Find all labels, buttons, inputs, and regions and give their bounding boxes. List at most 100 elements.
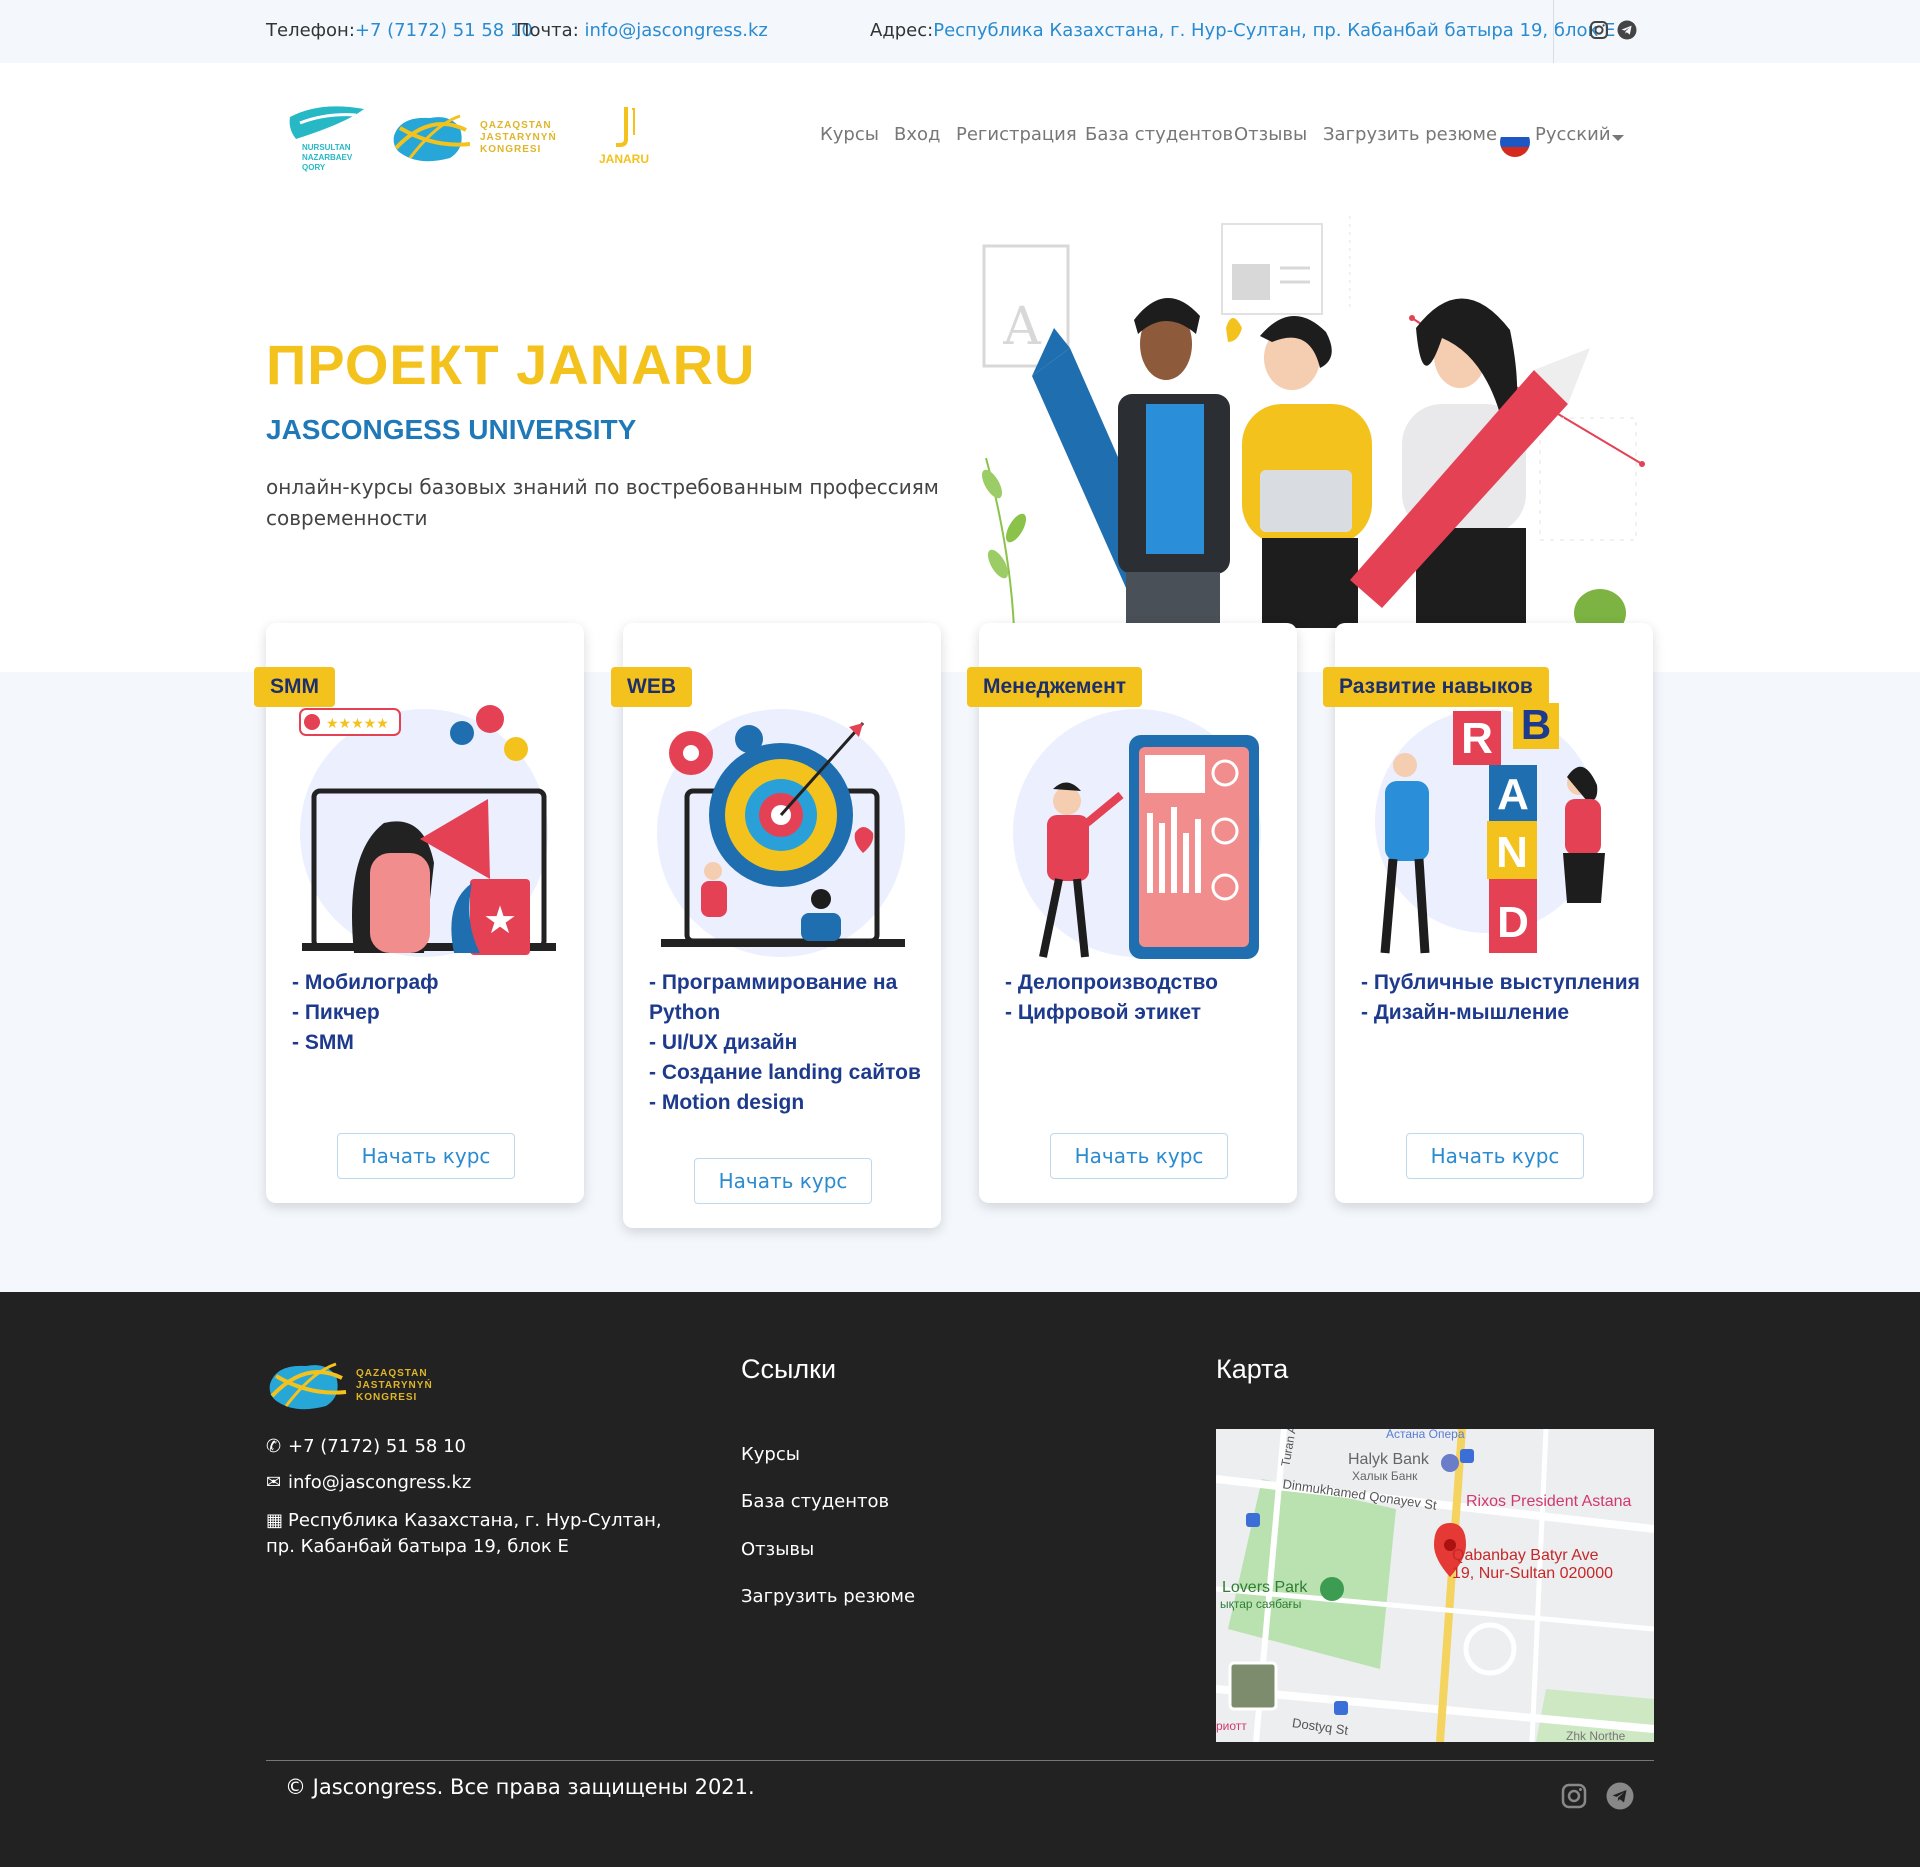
- nav-reviews[interactable]: Отзывы: [1234, 124, 1307, 145]
- course-card-smm: SMM ★★★★★ ★ - Мобилограф - Пикчер - SMM …: [254, 623, 584, 1203]
- nazarbaev-qory-logo[interactable]: NURSULTAN NAZARBAEV QORY: [286, 103, 368, 173]
- svg-text:QAZAQSTAN: QAZAQSTAN: [480, 120, 552, 131]
- map-label: Халык Банк: [1352, 1469, 1418, 1483]
- map-label: риотт: [1216, 1719, 1247, 1733]
- map-label: ықтар саябағы: [1220, 1597, 1302, 1611]
- map-label: Астана Опера: [1386, 1429, 1465, 1441]
- svg-text:A: A: [1002, 297, 1042, 357]
- svg-text:B: B: [1521, 703, 1551, 748]
- hero-subtitle: JASCONGESS UNIVERSITY: [266, 414, 637, 445]
- address-label: Адрес:: [870, 20, 934, 41]
- nav-upload-resume[interactable]: Загрузить резюме: [1323, 124, 1497, 145]
- footer-map-title: Карта: [1216, 1354, 1289, 1384]
- topbar-phone: Телефон:+7 (7172) 51 58 10: [266, 20, 533, 41]
- svg-text:NAZARBAEV: NAZARBAEV: [302, 153, 353, 162]
- map-label: Zhk Northe: [1566, 1729, 1626, 1742]
- hero-title: ПРОЕКТ JANARU: [266, 333, 756, 396]
- instagram-icon[interactable]: [1560, 1782, 1588, 1810]
- telegram-icon[interactable]: [1606, 1782, 1634, 1810]
- svg-text:N: N: [1496, 828, 1528, 877]
- email-link[interactable]: info@jascongress.kz: [585, 20, 768, 41]
- footer-link-student-base[interactable]: База студентов: [741, 1491, 889, 1512]
- footer-email-text[interactable]: info@jascongress.kz: [288, 1472, 471, 1493]
- footer-link-courses[interactable]: Курсы: [741, 1444, 800, 1465]
- footer-email: ✉ info@jascongress.kz: [266, 1472, 471, 1493]
- svg-text:R: R: [1461, 714, 1493, 763]
- topbar-address: Адрес:Республика Казахстана, г. Нур-Султ…: [870, 20, 1615, 41]
- svg-text:★★★★★: ★★★★★: [326, 716, 389, 732]
- site-footer: QAZAQSTAN JASTARYNYŃ KONGRESI ✆ +7 (7172)…: [0, 1292, 1920, 1867]
- course-topics: - Мобилограф - Пикчер - SMM: [292, 968, 572, 1058]
- nav-student-base[interactable]: База студентов: [1085, 124, 1233, 145]
- footer-phone: ✆ +7 (7172) 51 58 10: [266, 1436, 466, 1457]
- telegram-icon[interactable]: [1617, 20, 1637, 40]
- footer-congress-logo[interactable]: QAZAQSTAN JASTARYNYŃ KONGRESI: [266, 1356, 444, 1418]
- start-course-button[interactable]: Начать курс: [337, 1133, 515, 1179]
- nav-login[interactable]: Вход: [894, 124, 940, 145]
- envelope-icon: ✉: [266, 1472, 282, 1493]
- map-label: 19, Nur-Sultan 020000: [1452, 1565, 1613, 1582]
- svg-text:NURSULTAN: NURSULTAN: [302, 143, 351, 152]
- course-topic: - Пикчер: [292, 1001, 380, 1024]
- footer-divider: [266, 1760, 1654, 1761]
- course-badge: SMM: [254, 667, 335, 707]
- course-topic: - Создание landing сайтов: [649, 1061, 921, 1084]
- start-course-button[interactable]: Начать курс: [1050, 1133, 1228, 1179]
- course-card-management: Менеджемент - Делопроизводство - Цифрово…: [967, 623, 1297, 1203]
- address-link[interactable]: Республика Казахстана, г. Нур-Султан, пр…: [933, 20, 1615, 41]
- top-contact-bar: Телефон:+7 (7172) 51 58 10 Почта: info@j…: [0, 0, 1920, 63]
- course-topic: - Делопроизводство: [1005, 971, 1218, 994]
- map-label: Qabanbay Batyr Ave: [1452, 1547, 1599, 1564]
- svg-text:KONGRESI: KONGRESI: [356, 1392, 417, 1403]
- footer-phone-text[interactable]: +7 (7172) 51 58 10: [288, 1436, 466, 1457]
- hero-team-illustration: A: [981, 216, 1645, 628]
- russia-flag-icon[interactable]: [1500, 127, 1530, 157]
- course-badge: Менеджемент: [967, 667, 1143, 707]
- svg-text:D: D: [1497, 898, 1529, 947]
- chevron-down-icon[interactable]: [1612, 135, 1624, 141]
- footer-link-reviews[interactable]: Отзывы: [741, 1539, 814, 1560]
- course-topics: - Делопроизводство - Цифровой этикет: [1005, 968, 1285, 1028]
- course-topic: - Motion design: [649, 1091, 805, 1114]
- course-topic: - Публичные выступления: [1361, 971, 1640, 994]
- phone-label: Телефон:: [266, 20, 355, 41]
- footer-address-text: Республика Казахстана, г. Нур-Султан, пр…: [266, 1510, 662, 1557]
- course-topics: - Публичные выступления - Дизайн-мышлени…: [1361, 968, 1641, 1028]
- svg-text:QORY: QORY: [302, 163, 326, 172]
- footer-address: ▦ Республика Казахстана, г. Нур-Султан, п…: [266, 1508, 686, 1560]
- map-label: Halyk Bank: [1348, 1451, 1429, 1468]
- footer-link-upload-resume[interactable]: Загрузить резюме: [741, 1586, 915, 1607]
- course-topic: - Программирование на Python: [649, 971, 898, 1024]
- instagram-icon[interactable]: [1589, 20, 1609, 40]
- svg-text:JASTARYNYŃ: JASTARYNYŃ: [480, 130, 557, 143]
- phone-link[interactable]: +7 (7172) 51 58 10: [355, 20, 533, 41]
- course-topic: - SMM: [292, 1031, 354, 1054]
- course-badge: Развитие навыков: [1323, 667, 1549, 707]
- svg-text:★: ★: [483, 898, 517, 942]
- nav-register[interactable]: Регистрация: [956, 124, 1077, 145]
- hero-description: онлайн-курсы базовых знаний по востребов…: [266, 475, 939, 530]
- course-card-web: WEB - Программирование на Python - UI/UX…: [611, 623, 941, 1228]
- web-illustration: [657, 709, 905, 957]
- management-illustration: [1013, 709, 1261, 959]
- phone-icon: ✆: [266, 1436, 282, 1457]
- course-topics: - Программирование на Python - UI/UX диз…: [649, 968, 929, 1118]
- svg-text:A: A: [1497, 770, 1529, 819]
- start-course-button[interactable]: Начать курс: [1406, 1133, 1584, 1179]
- smm-illustration: ★★★★★ ★: [299, 705, 556, 957]
- map-icon: ▦: [266, 1510, 284, 1531]
- map-label: Lovers Park: [1222, 1579, 1308, 1596]
- svg-text:JASTARYNYŃ: JASTARYNYŃ: [356, 1378, 433, 1391]
- nav-courses[interactable]: Курсы: [820, 124, 879, 145]
- svg-text:QAZAQSTAN: QAZAQSTAN: [356, 1368, 428, 1379]
- topbar-divider: [1553, 0, 1554, 63]
- location-map[interactable]: Астана Опера Halyk Bank Халык Банк Rixos…: [1216, 1429, 1654, 1742]
- footer-links-title: Ссылки: [741, 1354, 837, 1384]
- language-select[interactable]: Русский: [1535, 124, 1611, 145]
- start-course-button[interactable]: Начать курс: [694, 1158, 872, 1204]
- qazaqstan-congress-logo[interactable]: QAZAQSTAN JASTARYNYŃ KONGRESI: [390, 108, 558, 168]
- course-card-skills: Развитие навыков D N A R B - Публичные в…: [1323, 623, 1653, 1203]
- course-badge: WEB: [611, 667, 692, 707]
- janaru-logo[interactable]: JANARU: [594, 103, 656, 165]
- course-topic: - Мобилограф: [292, 971, 439, 994]
